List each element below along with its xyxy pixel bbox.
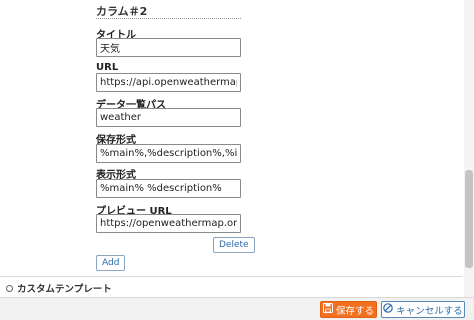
cancel-button[interactable]: キャンセルする	[381, 301, 465, 318]
save-icon	[322, 303, 333, 316]
section-divider	[96, 18, 241, 19]
save-format-input[interactable]	[96, 144, 241, 163]
save-button[interactable]: 保存する	[320, 301, 377, 318]
cancel-label: キャンセルする	[396, 305, 463, 317]
circle-icon	[6, 284, 13, 292]
cancel-icon	[383, 303, 394, 316]
url-label: URL	[96, 62, 119, 73]
section-separator	[0, 276, 462, 277]
data-path-input[interactable]	[96, 108, 241, 127]
add-button[interactable]: Add	[96, 255, 126, 271]
column-section-title: カラム＃2	[96, 5, 148, 18]
preview-url-input[interactable]	[96, 214, 241, 233]
url-input[interactable]	[96, 73, 241, 92]
title-input[interactable]	[96, 38, 241, 57]
custom-template-toggle[interactable]: カスタムテンプレート	[6, 281, 112, 295]
save-label: 保存する	[335, 305, 374, 317]
display-format-input[interactable]	[96, 179, 241, 198]
custom-template-label: カスタムテンプレート	[17, 284, 112, 295]
delete-button[interactable]: Delete	[213, 237, 255, 253]
scrollbar-thumb[interactable]	[465, 170, 473, 268]
